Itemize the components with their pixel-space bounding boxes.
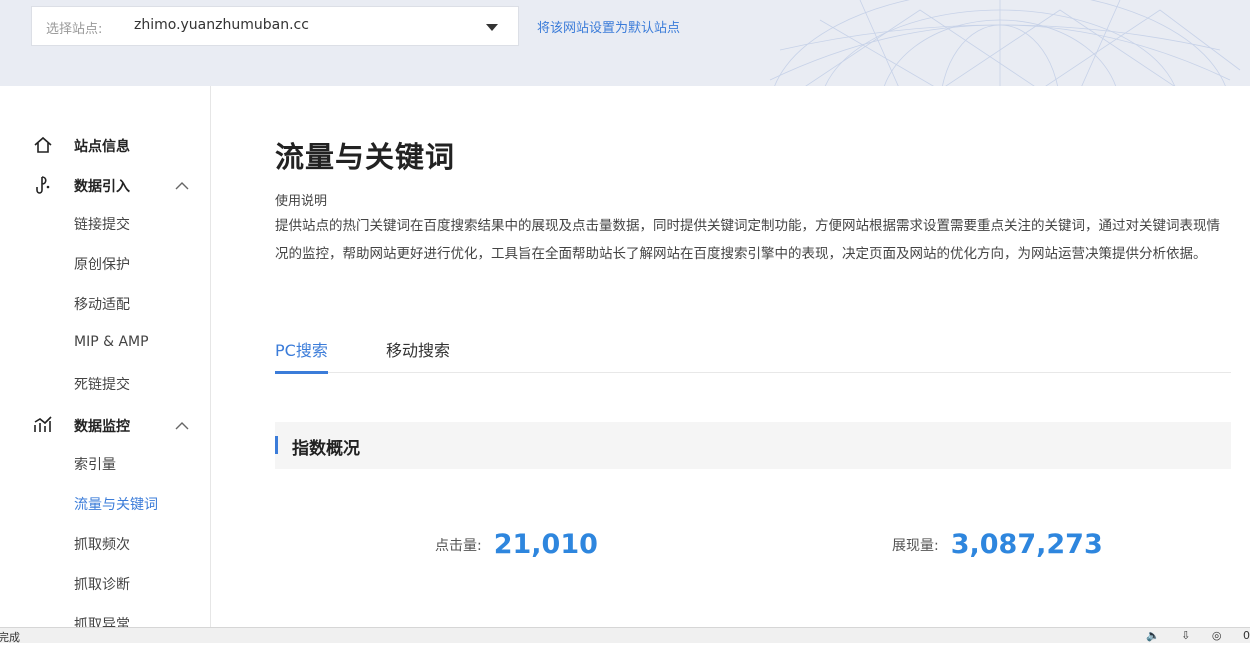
clicks-label: 点击量: — [435, 537, 482, 554]
sidebar-item-index-volume[interactable]: 索引量 — [74, 454, 116, 474]
sidebar: 站点信息 数据引入 链接提交 原创保护 移动适配 MIP & AMP 死链提交 … — [0, 86, 211, 631]
link-icon — [36, 176, 50, 194]
speaker-icon[interactable]: 🔈 — [1146, 629, 1160, 642]
sidebar-item-original-protect[interactable]: 原创保护 — [74, 254, 130, 274]
impressions-value: 3,087,273 — [950, 529, 1103, 560]
chevron-up-icon[interactable] — [173, 177, 191, 195]
status-icons: 🔈 ⇩ ◎ 0 — [1128, 629, 1250, 642]
site-selector-value: zhimo.yuanzhumuban.cc — [134, 17, 309, 33]
sidebar-item-mip-amp[interactable]: MIP & AMP — [74, 334, 149, 350]
globe-decoration — [769, 0, 1241, 86]
search-type-tabs: PC搜索 移动搜索 — [275, 334, 1231, 374]
index-overview-header: 指数概况 — [275, 422, 1231, 469]
sidebar-item-traffic-keywords[interactable]: 流量与关键词 — [74, 494, 158, 514]
sidebar-group-label: 数据监控 — [74, 419, 130, 435]
home-icon — [34, 136, 52, 153]
usage-description: 提供站点的热门关键词在百度搜索结果中的展现及点击量数据，同时提供关键词定制功能，… — [275, 218, 1220, 262]
zoom-indicator[interactable]: ◎ 0 — [1212, 629, 1250, 642]
impressions-label: 展现量: — [892, 537, 939, 554]
impressions-stat: 展现量: 3,087,273 — [892, 529, 1103, 560]
page-title: 流量与关键词 — [275, 140, 456, 174]
sidebar-item-dead-link[interactable]: 死链提交 — [74, 374, 130, 394]
sidebar-item-mobile-adapt[interactable]: 移动适配 — [74, 294, 130, 314]
sidebar-group-data-monitor[interactable]: 数据监控 — [0, 411, 210, 441]
sidebar-item-link-submit[interactable]: 链接提交 — [74, 214, 130, 234]
sidebar-item-label: 站点信息 — [74, 139, 130, 155]
chevron-up-icon[interactable] — [173, 417, 191, 435]
download-icon[interactable]: ⇩ — [1181, 629, 1190, 642]
tab-mobile-search[interactable]: 移动搜索 — [386, 337, 450, 371]
clicks-value: 21,010 — [493, 529, 598, 560]
chevron-down-icon[interactable] — [486, 24, 498, 31]
sidebar-group-data-import[interactable]: 数据引入 — [0, 171, 210, 201]
chart-icon — [34, 416, 52, 432]
section-title: 指数概况 — [292, 439, 360, 459]
browser-status-bar: 完成 🔈 ⇩ ◎ 0 — [0, 627, 1250, 644]
zoom-value: 0 — [1243, 629, 1250, 642]
sidebar-item-crawl-frequency[interactable]: 抓取频次 — [74, 534, 130, 554]
site-selector[interactable]: 选择站点: zhimo.yuanzhumuban.cc — [31, 6, 519, 46]
sidebar-group-label: 数据引入 — [74, 179, 130, 195]
section-accent-bar — [275, 436, 278, 454]
sidebar-item-site-info[interactable]: 站点信息 — [0, 131, 210, 161]
usage-title: 使用说明 — [275, 194, 328, 209]
clicks-stat: 点击量: 21,010 — [435, 529, 598, 560]
set-default-site-link[interactable]: 将该网站设置为默认站点 — [537, 17, 680, 36]
site-selector-label: 选择站点: — [46, 22, 103, 37]
tab-pc-search[interactable]: PC搜索 — [275, 337, 328, 374]
sidebar-item-crawl-diagnosis[interactable]: 抓取诊断 — [74, 574, 130, 594]
site-header: 选择站点: zhimo.yuanzhumuban.cc 将该网站设置为默认站点 — [0, 0, 1250, 86]
